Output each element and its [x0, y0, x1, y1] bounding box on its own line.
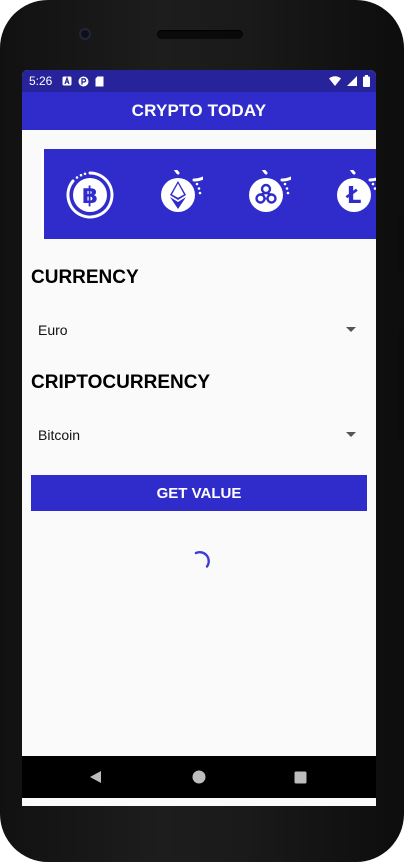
chevron-down-icon: [346, 327, 356, 332]
cryptocurrency-selected-value: Bitcoin: [38, 427, 81, 443]
cryptocurrency-heading: CRIPTOCURRENCY: [31, 372, 211, 393]
notification-p-icon: [78, 76, 89, 87]
crypto-carousel[interactable]: ฿ Ł: [41, 149, 376, 239]
app-bar: CRYPTO TODAY: [22, 92, 376, 130]
phone-frame: 5:26 CRYPTO TODAY ฿ Ł CURRENCY Euro CRIP…: [0, 0, 404, 862]
litecoin-coin-icon[interactable]: Ł: [329, 149, 376, 220]
wifi-icon: [329, 76, 341, 86]
back-icon[interactable]: [86, 768, 104, 786]
recents-icon[interactable]: [291, 768, 309, 786]
chevron-down-icon: [346, 432, 356, 437]
home-icon[interactable]: [190, 768, 208, 786]
notification-a-icon: [62, 76, 72, 86]
litecoin-glyph: Ł: [345, 183, 362, 209]
currency-heading: CURRENCY: [31, 267, 139, 288]
get-value-button[interactable]: GET VALUE: [31, 475, 367, 511]
front-camera: [79, 28, 91, 40]
currency-selected-value: Euro: [38, 322, 68, 338]
cryptocurrency-dropdown[interactable]: Bitcoin: [31, 420, 356, 450]
status-time: 5:26: [29, 74, 53, 88]
power-button[interactable]: [399, 215, 404, 273]
signal-icon: [347, 76, 357, 86]
battery-icon: [363, 75, 370, 87]
ripple-coin-icon[interactable]: [241, 149, 306, 220]
earpiece-speaker: [157, 30, 243, 39]
system-navigation-bar: [22, 756, 376, 798]
status-bar: 5:26: [22, 70, 376, 92]
ethereum-coin-icon[interactable]: [153, 149, 218, 220]
volume-button[interactable]: [399, 330, 404, 440]
app-title: CRYPTO TODAY: [131, 101, 267, 120]
baht-glyph: ฿: [82, 183, 98, 209]
baht-coin-icon[interactable]: ฿: [65, 170, 115, 220]
loading-spinner-icon: [188, 550, 212, 574]
currency-dropdown[interactable]: Euro: [31, 315, 356, 345]
app-screen: 5:26 CRYPTO TODAY ฿ Ł CURRENCY Euro CRIP…: [22, 70, 376, 806]
sd-card-icon: [95, 76, 104, 87]
